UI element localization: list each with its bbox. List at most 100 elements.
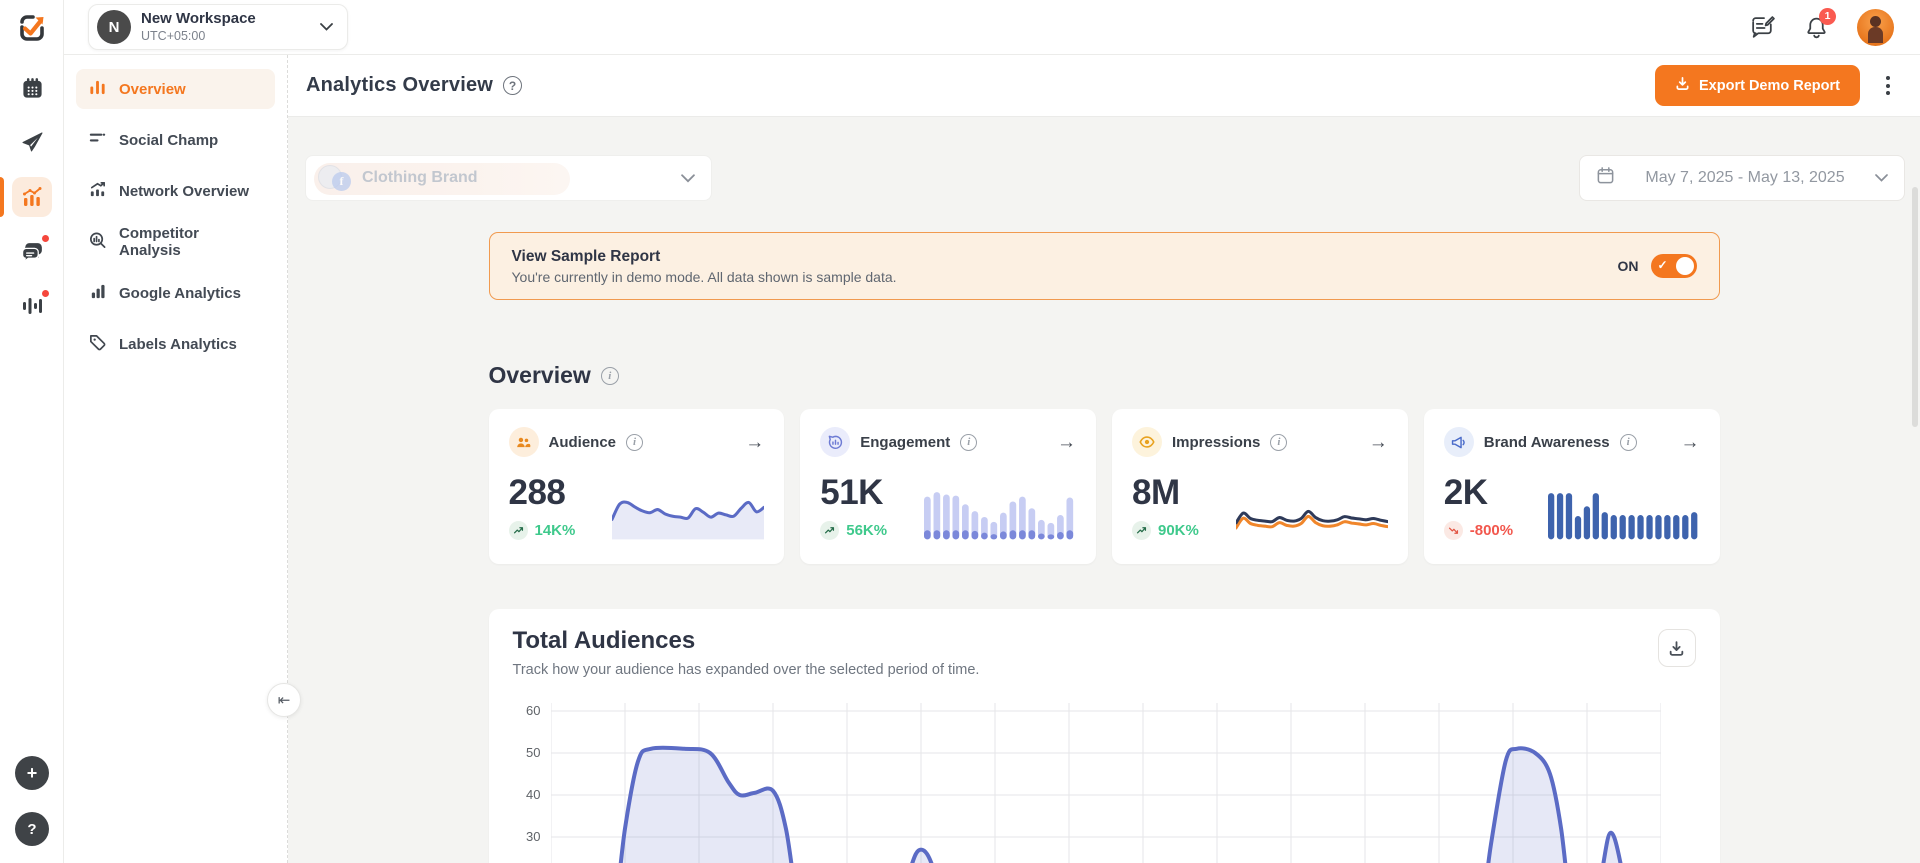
date-range-value: May 7, 2025 - May 13, 2025 [1645, 169, 1845, 186]
trend-icon [1443, 521, 1463, 540]
card-delta: 90K% [1158, 522, 1199, 539]
card-delta: 56K% [846, 522, 888, 539]
magnifier-chart-icon [88, 231, 107, 254]
toggle-knob [1675, 257, 1694, 275]
megaphone-icon [1443, 427, 1474, 457]
stat-card-impressions: Impressions i → 8M 90K% [1112, 409, 1408, 564]
stat-card-engagement: Engagement i → 51K 56K% [800, 409, 1096, 564]
icon-rail: + ? [0, 0, 64, 863]
scrollbar-thumb[interactable] [1912, 187, 1918, 427]
stat-card-audience: Audience i → 288 14K% [488, 409, 785, 564]
chart-download-button[interactable] [1657, 629, 1696, 667]
main-area: Analytics Overview ? Export Demo Report … [288, 55, 1920, 863]
card-label: Impressions [1172, 433, 1261, 451]
notification-dot [41, 234, 50, 243]
tag-icon [88, 333, 107, 356]
card-delta: -800% [1469, 522, 1514, 539]
sidebar-item-label: Competitor Analysis [119, 225, 199, 259]
notification-dot [41, 289, 50, 298]
y-tick-label: 30 [526, 829, 541, 844]
banner-title: View Sample Report [511, 247, 661, 265]
user-avatar[interactable] [1857, 8, 1894, 46]
trend-icon [820, 521, 840, 540]
help-button[interactable]: ? [15, 812, 49, 846]
sidebar-nav: Overview Social Champ Network Overview C… [64, 55, 288, 863]
total-audiences-title: Total Audiences [512, 627, 696, 654]
y-axis-labels: 60 50 40 30 [513, 695, 551, 863]
sidebar-collapse-button[interactable]: ⇤ [267, 683, 301, 717]
content-scroll-area[interactable]: f Clothing Brand May 7, 2025 - May 13, 2… [288, 117, 1920, 863]
card-label: Audience [548, 433, 617, 451]
signal-bars-icon[interactable] [12, 286, 52, 326]
more-options-icon[interactable] [1880, 70, 1896, 101]
arrow-right-icon[interactable]: → [1369, 433, 1388, 452]
info-icon[interactable]: i [960, 433, 978, 451]
card-value: 8M [1132, 473, 1180, 512]
workspace-selector[interactable]: N New Workspace UTC+05:00 [88, 4, 348, 50]
page-header: Analytics Overview ? Export Demo Report [288, 55, 1920, 117]
sidebar-item-label: Social Champ [119, 131, 219, 149]
send-icon[interactable] [12, 122, 52, 162]
facebook-icon: f [332, 172, 351, 191]
sidebar-item-label: Network Overview [119, 182, 250, 200]
sidebar-item-google-analytics[interactable]: Google Analytics [76, 273, 275, 313]
workspace-avatar: N [97, 10, 131, 44]
calendar-icon[interactable] [12, 68, 52, 108]
arrow-right-icon[interactable]: → [1681, 433, 1700, 452]
total-audiences-card: Total Audiences Track how your audience … [488, 609, 1720, 863]
date-range-picker[interactable]: May 7, 2025 - May 13, 2025 [1579, 155, 1905, 201]
sidebar-item-overview[interactable]: Overview [76, 69, 275, 109]
stat-cards-row: Audience i → 288 14K% Engagement i → 51K… [488, 409, 1720, 564]
sidebar-item-competitor-analysis[interactable]: Competitor Analysis [76, 222, 275, 262]
analytics-icon[interactable] [12, 177, 52, 217]
brand-awareness-sparkline [1547, 493, 1697, 540]
brand-select[interactable]: f Clothing Brand [305, 155, 712, 201]
arrow-right-icon[interactable]: → [745, 433, 764, 452]
card-delta: 14K% [534, 522, 576, 539]
info-icon[interactable]: i [600, 366, 619, 385]
sidebar-item-label: Overview [119, 80, 186, 98]
impressions-eye-icon [1132, 427, 1162, 457]
export-demo-report-button[interactable]: Export Demo Report [1655, 65, 1860, 106]
chat-icon[interactable] [12, 231, 52, 271]
brand-avatars: f [318, 163, 352, 193]
workspace-timezone: UTC+05:00 [141, 28, 206, 43]
help-icon[interactable]: ? [503, 76, 523, 95]
sidebar-item-labels-analytics[interactable]: Labels Analytics [76, 324, 275, 364]
sidebar-item-label: Labels Analytics [119, 335, 237, 353]
app-logo-icon[interactable] [12, 9, 50, 47]
banner-message: You're currently in demo mode. All data … [511, 268, 897, 285]
y-tick-label: 50 [526, 745, 541, 760]
check-icon: ✓ [1657, 258, 1668, 272]
card-value: 2K [1443, 473, 1488, 512]
chevron-down-icon [320, 23, 333, 31]
stat-card-brand-awareness: Brand Awareness i → 2K -800% [1423, 409, 1720, 564]
add-button[interactable]: + [15, 756, 49, 790]
card-value: 288 [508, 473, 566, 512]
info-icon[interactable]: i [1270, 433, 1288, 451]
sidebar-item-social-champ[interactable]: Social Champ [76, 120, 275, 160]
card-label: Brand Awareness [1483, 433, 1610, 451]
messages-icon[interactable] [1749, 14, 1776, 41]
card-value: 51K [820, 473, 883, 512]
sidebar-item-network-overview[interactable]: Network Overview [76, 171, 275, 211]
engagement-icon [820, 427, 851, 457]
notification-badge: 1 [1819, 7, 1836, 25]
sidebar-item-label: Google Analytics [119, 284, 241, 302]
notifications-bell-icon[interactable]: 1 [1804, 7, 1836, 40]
info-icon[interactable]: i [1619, 433, 1637, 451]
chevron-down-icon [681, 173, 695, 183]
impressions-sparkline [1235, 509, 1388, 530]
rail-active-indicator [0, 177, 4, 217]
export-button-label: Export Demo Report [1699, 77, 1840, 94]
y-tick-label: 40 [526, 787, 541, 802]
engagement-sparkline [924, 492, 1074, 540]
page-title: Analytics Overview [306, 74, 494, 96]
total-audiences-chart: 60 50 40 30 [513, 695, 1696, 863]
info-icon[interactable]: i [626, 433, 644, 451]
sample-report-toggle[interactable]: ✓ [1650, 254, 1697, 278]
arrow-right-icon[interactable]: → [1057, 433, 1076, 452]
lines-icon [88, 129, 107, 152]
area-chart [550, 703, 1661, 863]
chevron-down-icon [1875, 174, 1888, 182]
